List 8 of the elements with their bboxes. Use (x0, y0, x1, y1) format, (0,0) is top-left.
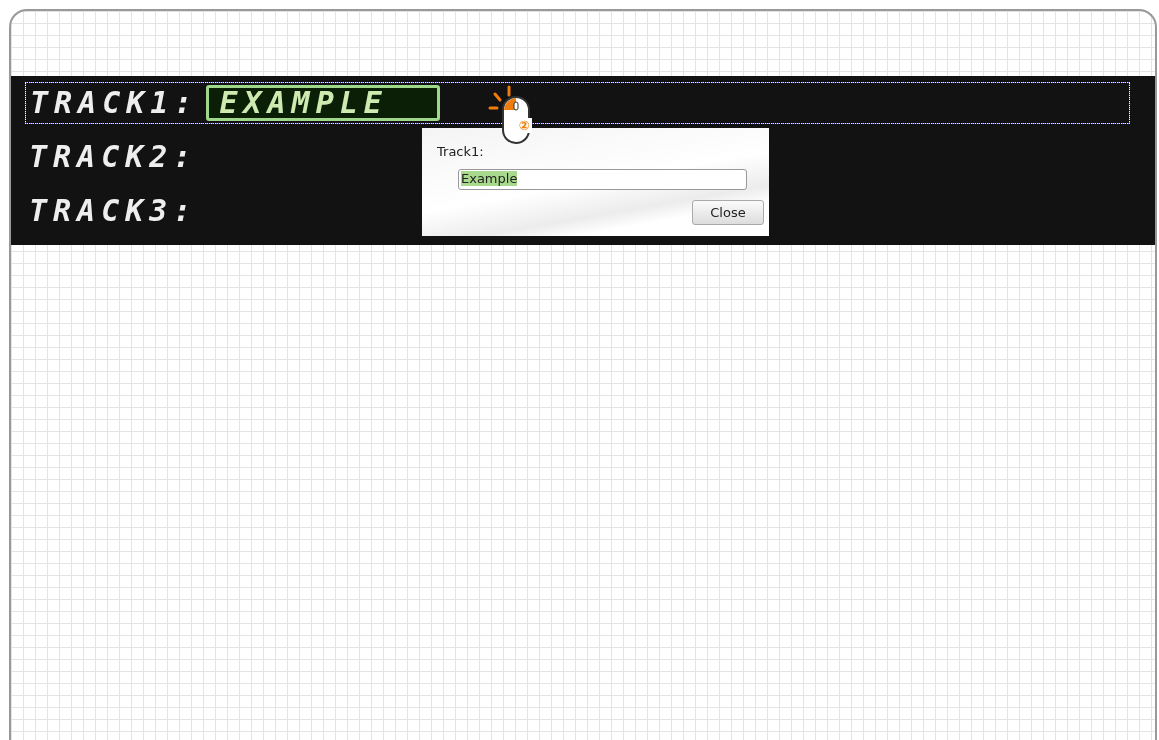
track-value-field[interactable]: EXAMPLE (206, 85, 441, 121)
text-input-field[interactable]: Example (458, 169, 747, 190)
track-label: TRACK1: (30, 85, 199, 121)
track-label: TRACK3: (29, 193, 198, 229)
close-button[interactable]: Close (692, 200, 764, 225)
dialog-label: Track1: (437, 144, 484, 159)
step-number: ② (516, 118, 532, 133)
track-label: TRACK2: (29, 139, 198, 175)
